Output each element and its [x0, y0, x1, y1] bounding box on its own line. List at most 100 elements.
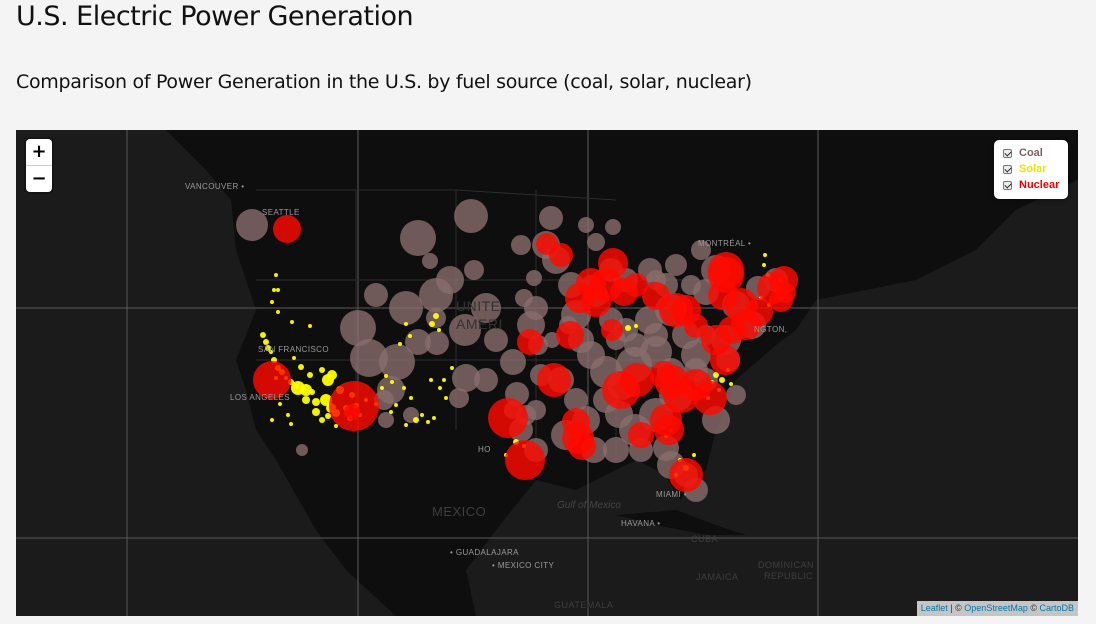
layer-solar[interactable]: Solar [994, 161, 1068, 177]
solar-plant-marker[interactable] [312, 408, 320, 416]
solar-plant-marker[interactable] [389, 410, 393, 414]
solar-plant-marker[interactable] [634, 324, 638, 328]
solar-plant-marker[interactable] [312, 398, 320, 406]
solar-plant-marker[interactable] [429, 321, 435, 327]
nuclear-plant-marker[interactable] [620, 363, 654, 397]
nuclear-plant-marker[interactable] [669, 458, 703, 492]
zoom-out-button[interactable]: − [26, 166, 52, 192]
solar-plant-marker[interactable] [413, 417, 419, 423]
coal-plant-marker[interactable] [454, 199, 488, 233]
coal-plant-marker[interactable] [378, 412, 394, 428]
solar-plant-marker[interactable] [432, 416, 436, 420]
coal-plant-marker[interactable] [605, 219, 621, 235]
solar-checkbox[interactable] [1003, 164, 1012, 174]
nuclear-checkbox[interactable] [1003, 180, 1012, 190]
solar-plant-marker[interactable] [408, 334, 412, 338]
solar-plant-marker[interactable] [274, 273, 278, 277]
solar-plant-marker[interactable] [384, 374, 388, 378]
coal-plant-marker[interactable] [422, 253, 438, 269]
coal-plant-marker[interactable] [474, 368, 498, 392]
solar-plant-marker[interactable] [450, 366, 454, 370]
solar-plant-marker[interactable] [327, 370, 337, 380]
nuclear-plant-marker[interactable] [769, 288, 793, 312]
nuclear-plant-marker[interactable] [568, 432, 596, 460]
nuclear-plant-marker[interactable] [710, 345, 740, 375]
nuclear-plant-marker[interactable] [537, 363, 571, 397]
leaflet-link[interactable]: Leaflet [921, 603, 948, 613]
nuclear-plant-marker[interactable] [718, 316, 746, 344]
nuclear-plant-marker[interactable] [628, 422, 654, 448]
solar-plant-marker[interactable] [325, 413, 331, 419]
coal-plant-marker[interactable] [603, 437, 629, 463]
solar-plant-marker[interactable] [308, 324, 312, 328]
coal-plant-marker[interactable] [449, 388, 469, 408]
solar-plant-marker[interactable] [429, 378, 433, 382]
solar-plant-marker[interactable] [272, 288, 276, 292]
solar-plant-marker[interactable] [289, 422, 293, 426]
nuclear-plant-marker[interactable] [601, 319, 623, 341]
solar-plant-marker[interactable] [319, 367, 325, 373]
coal-checkbox[interactable] [1003, 148, 1012, 158]
solar-plant-marker[interactable] [270, 300, 274, 304]
coal-plant-marker[interactable] [665, 254, 687, 276]
nuclear-plant-marker[interactable] [488, 398, 528, 438]
coal-plant-marker[interactable] [526, 270, 542, 286]
carto-link[interactable]: CartoDB [1039, 603, 1074, 613]
solar-plant-marker[interactable] [426, 420, 430, 424]
coal-plant-marker[interactable] [296, 444, 308, 456]
coal-plant-marker[interactable] [400, 220, 436, 256]
solar-plant-marker[interactable] [437, 328, 441, 332]
coal-plant-marker[interactable] [364, 283, 388, 307]
nuclear-plant-marker[interactable] [549, 243, 573, 267]
map-container[interactable]: MEXICO Gulf of Mexico UNITE AMERI CUBA J… [16, 130, 1078, 616]
solar-plant-marker[interactable] [402, 386, 406, 390]
solar-plant-marker[interactable] [292, 356, 296, 360]
solar-plant-marker[interactable] [692, 453, 696, 457]
coal-plant-marker[interactable] [511, 235, 531, 255]
solar-plant-marker[interactable] [307, 372, 313, 378]
solar-plant-marker[interactable] [420, 413, 424, 417]
coal-plant-marker[interactable] [515, 289, 533, 307]
solar-plant-marker[interactable] [380, 386, 384, 390]
coal-plant-marker[interactable] [419, 278, 453, 312]
coal-plant-marker[interactable] [578, 217, 594, 233]
layer-nuclear[interactable]: Nuclear [994, 177, 1068, 193]
osm-link[interactable]: OpenStreetMap [964, 603, 1028, 613]
coal-plant-marker[interactable] [681, 275, 701, 295]
nuclear-plant-marker[interactable] [693, 381, 727, 415]
solar-plant-marker[interactable] [394, 403, 398, 407]
nuclear-plant-marker[interactable] [517, 329, 543, 355]
solar-plant-marker[interactable] [442, 378, 446, 382]
solar-plant-marker[interactable] [309, 389, 315, 395]
solar-plant-marker[interactable] [390, 380, 394, 384]
coal-plant-marker[interactable] [389, 291, 423, 325]
solar-plant-marker[interactable] [276, 310, 280, 314]
coal-plant-marker[interactable] [464, 260, 484, 280]
coal-plant-marker[interactable] [624, 333, 648, 357]
solar-plant-marker[interactable] [409, 396, 413, 400]
nuclear-plant-marker[interactable] [273, 215, 301, 243]
solar-plant-marker[interactable] [290, 320, 294, 324]
solar-plant-marker[interactable] [319, 417, 325, 423]
solar-plant-marker[interactable] [404, 423, 408, 427]
solar-plant-marker[interactable] [293, 383, 299, 389]
solar-plant-marker[interactable] [270, 418, 274, 422]
solar-plant-marker[interactable] [276, 288, 280, 292]
solar-plant-marker[interactable] [438, 386, 442, 390]
nuclear-plant-marker[interactable] [654, 415, 684, 445]
coal-plant-marker[interactable] [587, 233, 605, 251]
nuclear-plant-marker[interactable] [708, 252, 744, 288]
zoom-in-button[interactable]: + [26, 139, 52, 166]
solar-plant-marker[interactable] [729, 382, 733, 386]
solar-plant-marker[interactable] [278, 402, 282, 406]
solar-plant-marker[interactable] [260, 332, 266, 338]
coal-plant-marker[interactable] [425, 331, 449, 355]
coal-plant-marker[interactable] [500, 349, 526, 375]
solar-plant-marker[interactable] [302, 396, 310, 404]
solar-plant-marker[interactable] [298, 364, 304, 370]
solar-plant-marker[interactable] [762, 263, 766, 267]
solar-plant-marker[interactable] [625, 325, 631, 331]
coal-plant-marker[interactable] [726, 385, 746, 405]
solar-plant-marker[interactable] [433, 313, 439, 319]
solar-plant-marker[interactable] [763, 253, 767, 257]
